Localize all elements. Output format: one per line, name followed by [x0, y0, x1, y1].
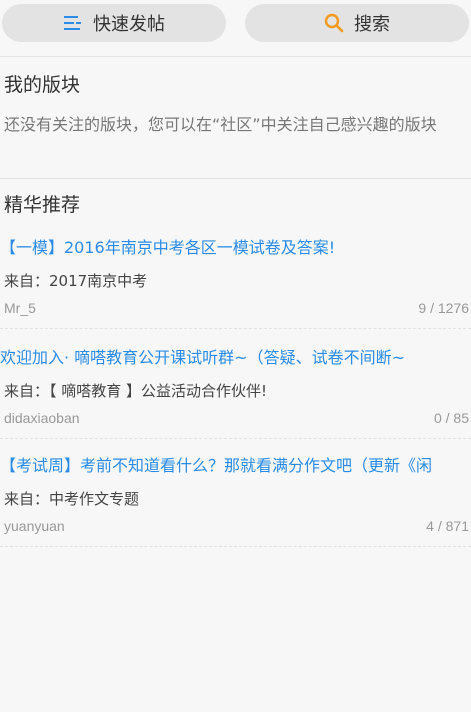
- search-label: 搜索: [354, 14, 390, 35]
- post-author: Mr_5: [4, 300, 36, 316]
- item-separator: [0, 328, 471, 329]
- post-reply-view-count: 0 / 85: [433, 410, 469, 426]
- post-item-3[interactable]: 【考试周】考前不知道看什么？那就看满分作文吧（更新《闲 来自：中考作文专题 yu…: [0, 454, 471, 544]
- post-source: 来自：中考作文专题: [4, 490, 140, 508]
- post-item-1[interactable]: 【一模】2016年南京中考各区一模试卷及答案! 来自：2017南京中考 Mr_5…: [0, 236, 471, 326]
- search-icon: [324, 13, 344, 33]
- post-source: 来自：【 嘀嗒教育 】公益活动合作伙伴!: [4, 382, 268, 400]
- post-reply-view-count: 4 / 871: [426, 518, 469, 534]
- list-icon: [63, 13, 83, 33]
- search-button[interactable]: 搜索: [245, 4, 469, 42]
- quick-post-button[interactable]: 快速发帖: [2, 4, 226, 42]
- post-item-2[interactable]: 欢迎加入· 嘀嗒教育公开课试听群~（答疑、试卷不间断~ 来自：【 嘀嗒教育 】公…: [0, 346, 471, 436]
- top-action-bar: 快速发帖 搜索: [0, 0, 471, 57]
- section-divider: [0, 178, 471, 179]
- post-reply-view-count: 9 / 1276: [418, 300, 469, 316]
- my-boards-empty-text: 还没有关注的版块，您可以在“社区”中关注自己感兴趣的版块: [4, 115, 437, 134]
- item-separator: [0, 438, 471, 439]
- item-separator: [0, 546, 471, 547]
- my-boards-title: 我的版块: [4, 74, 81, 96]
- post-author: yuanyuan: [4, 518, 65, 534]
- featured-title: 精华推荐: [4, 194, 81, 216]
- post-title[interactable]: 【一模】2016年南京中考各区一模试卷及答案!: [0, 236, 471, 260]
- post-author: didaxiaoban: [4, 410, 80, 426]
- post-title[interactable]: 【考试周】考前不知道看什么？那就看满分作文吧（更新《闲: [0, 454, 471, 478]
- post-title[interactable]: 欢迎加入· 嘀嗒教育公开课试听群~（答疑、试卷不间断~: [0, 346, 471, 370]
- quick-post-label: 快速发帖: [93, 14, 165, 35]
- post-source: 来自：2017南京中考: [4, 272, 148, 290]
